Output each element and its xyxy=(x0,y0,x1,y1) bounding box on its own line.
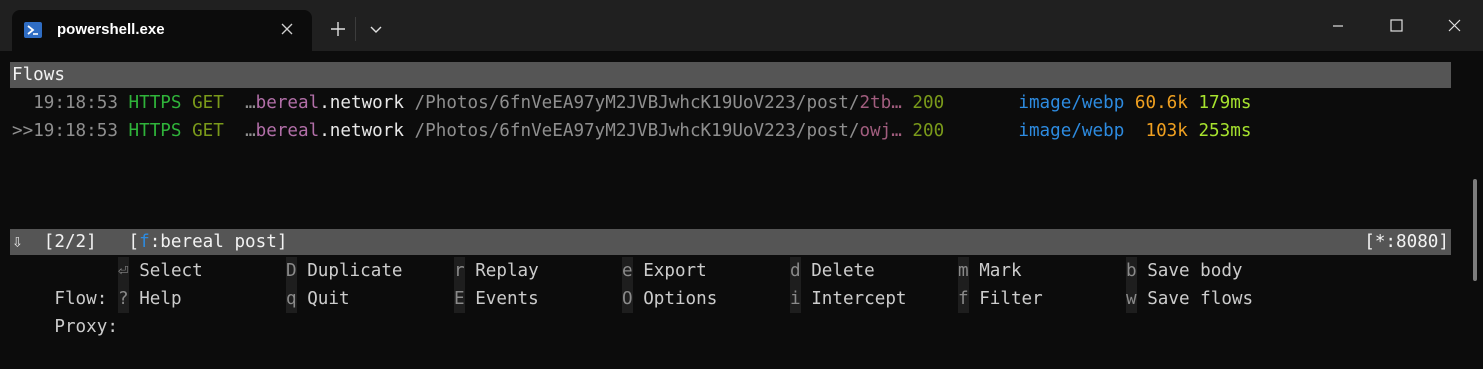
hint-duplicate[interactable]: D Duplicate xyxy=(286,257,403,285)
key: e xyxy=(622,257,633,285)
status-left: ⇩ [2/2] [f:bereal post] xyxy=(12,229,287,255)
flows-header: Flows xyxy=(10,62,1451,88)
tab-close-icon[interactable] xyxy=(277,19,297,39)
scroll-down-arrow-icon: ⇩ xyxy=(12,232,23,252)
hint-label: Delete xyxy=(811,261,875,281)
hint-help[interactable]: ? Help xyxy=(118,285,182,313)
title-bar: powershell.exe xyxy=(0,0,1483,51)
flow-status: 200 xyxy=(912,93,945,113)
key: r xyxy=(454,257,465,285)
hint-label: Select xyxy=(139,261,203,281)
hint-events[interactable]: E Events xyxy=(454,285,539,313)
tab-dropdown-chevron-down-icon[interactable] xyxy=(362,14,390,44)
hint-label: Options xyxy=(643,289,718,309)
key: i xyxy=(790,285,801,313)
flow-scheme: HTTPS xyxy=(128,93,182,113)
hint-label: Filter xyxy=(979,289,1043,309)
proxy-label: Proxy: xyxy=(54,317,118,337)
flow-host-sub: bereal xyxy=(255,121,320,141)
key: b xyxy=(1126,257,1137,285)
flow-status: 200 xyxy=(912,121,945,141)
tab-divider xyxy=(355,17,356,41)
flow-host-sub: bereal xyxy=(255,93,320,113)
key: m xyxy=(958,257,969,285)
key: f xyxy=(958,285,969,313)
tab-title: powershell.exe xyxy=(57,21,165,38)
flow-duration: 253ms xyxy=(1198,121,1252,141)
flow-duration: 179ms xyxy=(1198,93,1252,113)
filter-text: :bereal post] xyxy=(149,232,288,252)
keybinding-row-proxy: Proxy: xyxy=(12,285,118,337)
key: E xyxy=(454,285,465,313)
tab-powershell[interactable]: powershell.exe xyxy=(12,10,312,51)
hint-options[interactable]: O Options xyxy=(622,285,717,313)
flow-path: /Photos/6fnVeEA97yM2JVBJwhcK19UoV223/pos… xyxy=(403,121,860,141)
flow-scheme: HTTPS xyxy=(128,121,182,141)
close-button[interactable] xyxy=(1431,8,1477,44)
hint-label: Quit xyxy=(307,289,350,309)
hint-label: Save flows xyxy=(1147,289,1254,309)
hint-label: Duplicate xyxy=(307,261,403,281)
hint-replay[interactable]: r Replay xyxy=(454,257,539,285)
flow-host-prefix: … xyxy=(245,93,256,113)
filter-open: [ xyxy=(128,232,140,252)
terminal-area[interactable]: Flows 19:18:53 HTTPS GET …bereal.network… xyxy=(0,51,1483,338)
hint-filter[interactable]: f Filter xyxy=(958,285,1043,313)
hint-label: Export xyxy=(643,261,707,281)
flow-method: GET xyxy=(192,93,224,113)
hint-select[interactable]: ⏎ Select xyxy=(118,257,203,285)
flow-path: /Photos/6fnVeEA97yM2JVBJwhcK19UoV223/pos… xyxy=(403,93,860,113)
flow-host-prefix: … xyxy=(245,121,256,141)
hint-export[interactable]: e Export xyxy=(622,257,707,285)
flow-host-rest: .network xyxy=(319,121,404,141)
flow-row[interactable]: 19:18:53 HTTPS GET …bereal.network /Phot… xyxy=(12,89,1251,117)
hint-label: Intercept xyxy=(811,289,907,309)
hint-mark[interactable]: m Mark xyxy=(958,257,1022,285)
flow-size: 60.6k xyxy=(1134,93,1188,113)
flow-path-tail: 2tb… xyxy=(859,93,902,113)
key: D xyxy=(286,257,297,285)
new-tab-button[interactable] xyxy=(323,14,353,44)
flows-header-title: Flows xyxy=(12,65,65,85)
flow-time: 19:18:53 xyxy=(33,121,118,141)
hint-label: Save body xyxy=(1147,261,1243,281)
flow-count: [2/2] xyxy=(43,232,97,252)
maximize-button[interactable] xyxy=(1373,8,1419,44)
hint-save-body[interactable]: b Save body xyxy=(1126,257,1243,285)
key: ? xyxy=(118,285,129,313)
flow-host-rest: .network xyxy=(319,93,404,113)
keybinding-row-flow: Flow: xyxy=(12,257,107,309)
key: w xyxy=(1126,285,1137,313)
flow-time: 19:18:53 xyxy=(33,93,118,113)
row-marker xyxy=(12,93,33,113)
hint-intercept[interactable]: i Intercept xyxy=(790,285,907,313)
flow-size: 103k xyxy=(1134,121,1188,141)
key: d xyxy=(790,257,801,285)
row-marker: >> xyxy=(12,121,34,141)
hint-label: Help xyxy=(139,289,182,309)
hint-label: Mark xyxy=(979,261,1022,281)
status-bar: ⇩ [2/2] [f:bereal post] [*:8080] xyxy=(10,229,1451,255)
flow-method: GET xyxy=(192,121,224,141)
hint-label: Events xyxy=(475,289,539,309)
terminal-scrollbar[interactable] xyxy=(1473,179,1477,281)
minimize-button[interactable] xyxy=(1315,8,1361,44)
hint-quit[interactable]: q Quit xyxy=(286,285,350,313)
key-enter-icon: ⏎ xyxy=(118,257,129,285)
hint-delete[interactable]: d Delete xyxy=(790,257,875,285)
listen-address: [*:8080] xyxy=(1364,232,1449,252)
hint-label: Replay xyxy=(475,261,539,281)
key: O xyxy=(622,285,633,313)
hint-save-flows[interactable]: w Save flows xyxy=(1126,285,1253,313)
powershell-icon xyxy=(24,22,42,38)
flow-content-type: image/webp xyxy=(1018,121,1125,141)
flow-content-type: image/webp xyxy=(1018,93,1125,113)
filter-key: f xyxy=(139,232,150,252)
flow-row-selected[interactable]: >>19:18:53 HTTPS GET …bereal.network /Ph… xyxy=(12,117,1251,145)
flow-path-tail: owj… xyxy=(859,121,902,141)
key: q xyxy=(286,285,297,313)
